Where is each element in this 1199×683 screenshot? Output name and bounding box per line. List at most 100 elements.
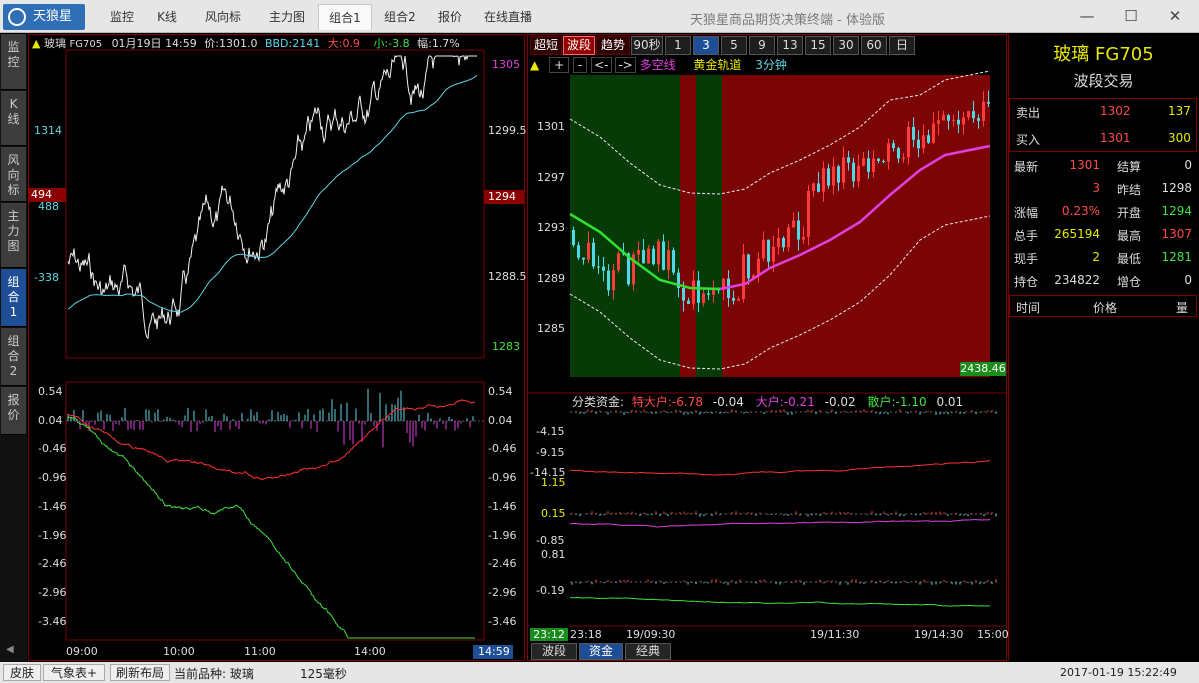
candle-body: [672, 250, 675, 273]
stat-value: 1298: [1161, 181, 1192, 195]
candle-body: [842, 157, 845, 183]
buy-price: 1301: [1100, 131, 1131, 145]
volume-marker: 2438.46: [960, 362, 1006, 376]
big-fund-line: [569, 519, 991, 528]
candle-body: [832, 166, 835, 186]
clock-label: 2017-01-19 15:22:49: [1060, 666, 1177, 679]
candle-body: [777, 237, 780, 247]
stat-value: 1294: [1161, 204, 1192, 218]
candle-body: [782, 237, 785, 248]
candle-body: [572, 230, 575, 246]
current-symbol-label: 当前品种: 玻璃: [174, 667, 254, 681]
tab-classic[interactable]: 经典: [625, 643, 671, 660]
special-value: -6.78: [671, 395, 703, 409]
special-fund-line: [569, 460, 991, 476]
retail-label: 散户:: [867, 395, 896, 409]
candle-body: [597, 266, 600, 268]
trade-col-volume: 量: [1176, 301, 1189, 315]
big-delta: -0.02: [824, 395, 856, 409]
candle-body: [887, 143, 890, 162]
fund-tick: -0.19: [536, 584, 565, 597]
candle-body: [787, 227, 790, 248]
weather-button[interactable]: 气象表+: [43, 664, 105, 681]
candle-body: [902, 157, 905, 159]
stat-label: 昨结: [1117, 183, 1142, 197]
candle-body: [937, 120, 940, 124]
refresh-layout-button[interactable]: 刷新布局: [110, 664, 170, 681]
candle-body: [982, 101, 985, 121]
stat-label: 最新: [1014, 160, 1039, 174]
candle-body: [837, 166, 840, 183]
candle-body: [682, 288, 685, 301]
candle-body: [732, 297, 735, 301]
candle-body: [927, 135, 930, 143]
candle-body: [862, 158, 865, 166]
candle-body: [952, 119, 955, 121]
stat-label: 总手: [1014, 229, 1039, 243]
candle-body: [607, 270, 610, 291]
kline-price-tick: 1289: [537, 272, 565, 285]
buy-volume: 300: [1168, 131, 1191, 145]
candle-body: [577, 245, 580, 258]
candle-body: [957, 119, 960, 125]
stat-value: 1307: [1161, 227, 1192, 241]
fund-tick: 0.15: [541, 507, 566, 520]
candle-body: [942, 115, 945, 121]
candle-body: [767, 239, 770, 262]
stat-value: 0: [1184, 273, 1192, 287]
candle-body: [797, 220, 800, 240]
fund-tick: -9.15: [536, 446, 565, 459]
fund-title: 分类资金:: [572, 395, 625, 409]
candle-body: [967, 111, 970, 118]
candle-body: [772, 246, 775, 262]
candle-body: [747, 254, 750, 279]
bull-zone: [680, 75, 696, 377]
candle-body: [977, 118, 980, 121]
big-value: -0.21: [783, 395, 815, 409]
candle-body: [807, 190, 810, 237]
candle-body: [637, 250, 640, 255]
bear-zone: [696, 75, 722, 377]
retail-delta: 0.01: [936, 395, 964, 409]
skin-button[interactable]: 皮肤: [3, 664, 41, 681]
candle-body: [947, 115, 950, 121]
special-label: 特大户:: [631, 395, 672, 409]
candle-body: [642, 250, 645, 264]
candle-body: [612, 270, 615, 291]
quote-title: 玻璃 FG705: [1053, 44, 1154, 65]
candle-body: [657, 241, 660, 265]
candle-body: [912, 126, 915, 140]
candle-body: [877, 158, 880, 162]
stat-label: 涨幅: [1014, 206, 1039, 220]
bear-zone: [570, 75, 680, 377]
kline-price-tick: 1301: [537, 120, 565, 133]
candle-body: [907, 126, 910, 158]
kline-time-tick: 19/09:30: [626, 628, 676, 641]
candle-body: [852, 162, 855, 182]
retail-value: -1.10: [895, 395, 927, 409]
sell-label: 卖出: [1016, 106, 1041, 120]
kline-time-tick: 15:00: [977, 628, 1009, 641]
stat-label: 最低: [1117, 252, 1142, 266]
candle-body: [582, 257, 585, 260]
trade-col-price: 价格: [1093, 301, 1118, 315]
tab-funds[interactable]: 资金: [579, 643, 623, 660]
tab-swing[interactable]: 波段: [531, 643, 577, 660]
big-label: 大户:: [755, 395, 784, 409]
candle-body: [972, 111, 975, 119]
candle-body: [962, 117, 965, 125]
quote-subtitle: 波段交易: [1073, 72, 1134, 90]
time-start-marker: 23:12: [530, 628, 568, 641]
candle-body: [917, 139, 920, 149]
stat-value: 2: [1092, 250, 1100, 264]
kline-price-tick: 1293: [537, 221, 565, 234]
latency-label: 125毫秒: [300, 667, 347, 681]
kline-time-tick: 23:18: [570, 628, 602, 641]
stat-value: 0.23%: [1061, 204, 1100, 218]
candle-body: [617, 253, 620, 271]
candle-body: [592, 242, 595, 267]
candle-body: [847, 157, 850, 163]
candle-body: [922, 135, 925, 149]
stat-value: 1281: [1161, 250, 1192, 264]
candle-body: [737, 299, 740, 301]
